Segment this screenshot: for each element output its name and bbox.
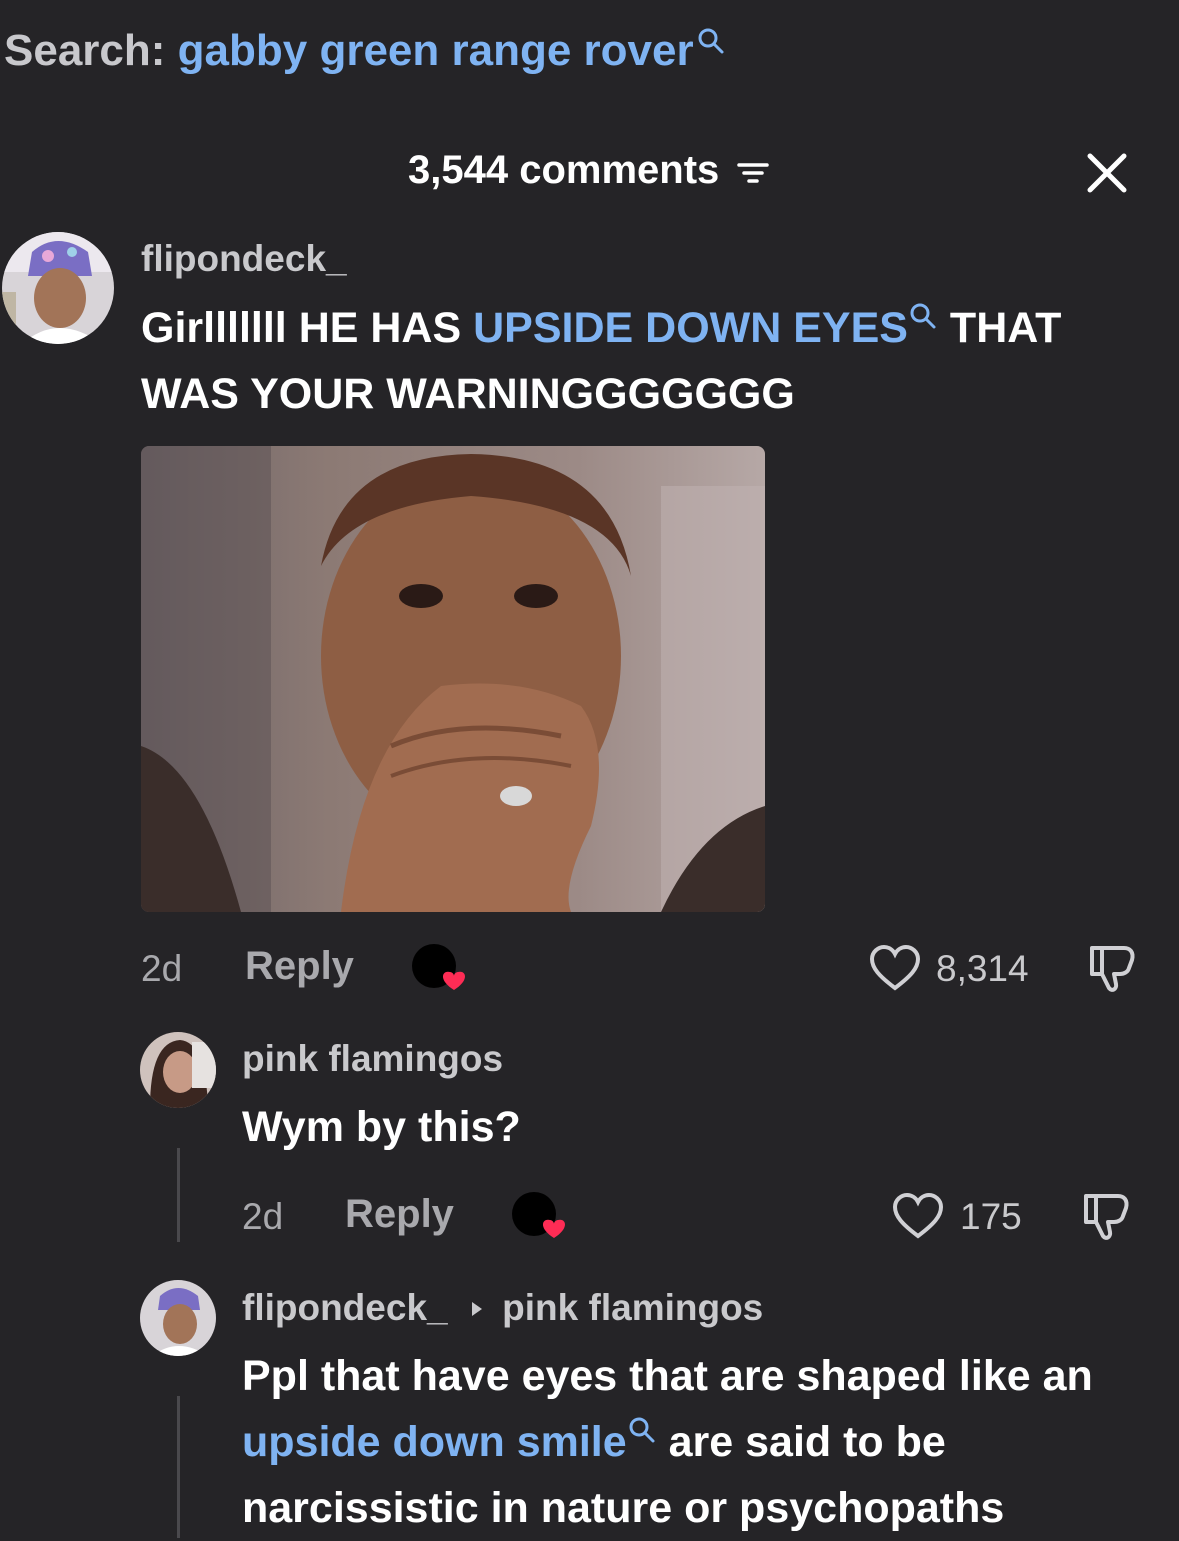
reaction-gif[interactable]	[141, 446, 765, 912]
avatar[interactable]	[140, 1280, 216, 1356]
magnifier-icon	[629, 1417, 655, 1443]
close-icon[interactable]	[1082, 148, 1132, 198]
comment-username[interactable]: pink flamingos	[242, 1038, 503, 1080]
search-query[interactable]: gabby green range rover	[178, 26, 694, 75]
magnifier-icon	[698, 28, 724, 54]
dislike-icon[interactable]	[1080, 1190, 1134, 1242]
dislike-icon[interactable]	[1086, 942, 1140, 994]
search-link[interactable]: upside down smile	[242, 1418, 627, 1466]
comment-count: 3,544 comments	[408, 148, 720, 192]
caret-right-icon	[471, 1302, 482, 1316]
creator-liked-icon	[512, 1192, 565, 1238]
search-label: Search:	[4, 26, 166, 75]
like-count: 8,314	[936, 948, 1029, 989]
comment-text: Wym by this?	[242, 1103, 521, 1151]
avatar[interactable]	[140, 1032, 216, 1108]
magnifier-icon	[910, 303, 936, 329]
comment-username[interactable]: flipondeck_ pink flamingos	[242, 1287, 763, 1329]
heart-icon[interactable]	[869, 944, 921, 992]
comment-text: Girlllllll HE HAS UPSIDE DOWN EYES THAT …	[141, 295, 1151, 427]
thread-line	[177, 1396, 180, 1538]
comment-username[interactable]: flipondeck_	[141, 238, 347, 280]
filter-lines-icon[interactable]	[736, 157, 770, 187]
comment-time: 2d	[141, 948, 183, 989]
reply-button[interactable]: Reply	[345, 1192, 454, 1237]
search-bar[interactable]: Search: gabby green range rover	[4, 26, 726, 76]
comment-time: 2d	[242, 1196, 284, 1237]
search-link[interactable]: UPSIDE DOWN EYES	[473, 304, 908, 352]
thread-line	[177, 1148, 180, 1242]
avatar[interactable]	[2, 232, 114, 344]
comments-header: 3,544 comments	[408, 148, 770, 193]
reply-button[interactable]: Reply	[245, 944, 354, 989]
creator-liked-icon	[412, 944, 465, 990]
like-count: 175	[960, 1196, 1022, 1237]
comment-text: Ppl that have eyes that are shaped like …	[242, 1352, 1093, 1532]
heart-icon[interactable]	[892, 1192, 944, 1240]
